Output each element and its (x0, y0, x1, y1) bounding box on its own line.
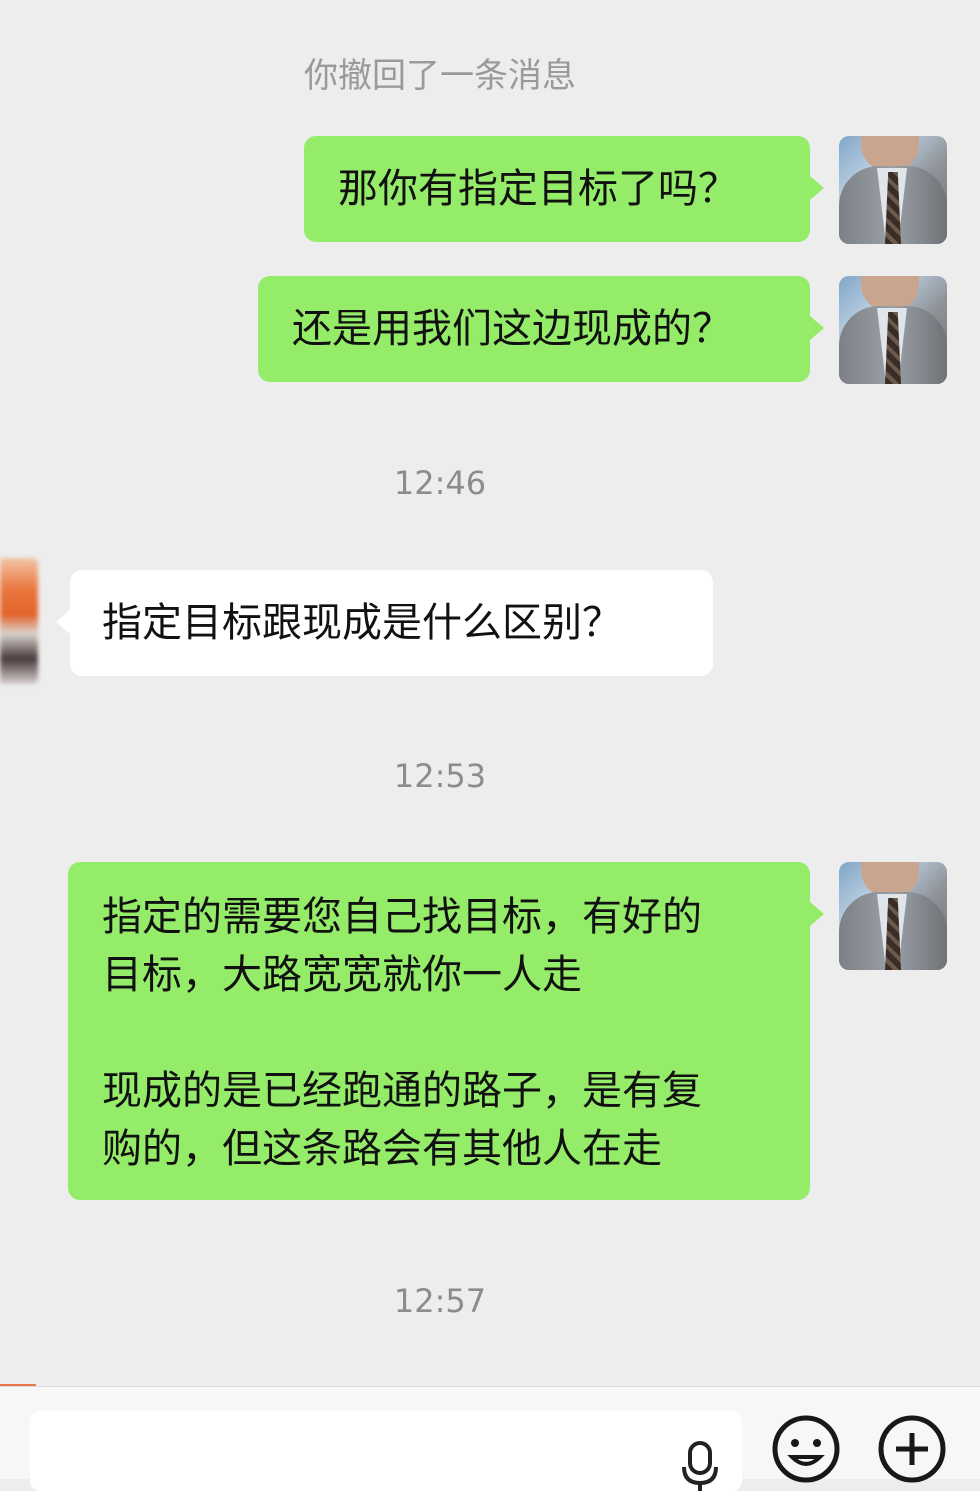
message-line: 购的，但这条路会有其他人在走 (102, 1126, 662, 1172)
microphone-icon[interactable] (680, 1441, 720, 1491)
message-bubble-sent[interactable]: 还是用我们这边现成的？ (258, 276, 824, 382)
message-bubble-received[interactable]: 指定目标跟现成是什么区别？ (56, 570, 713, 676)
message-text: 那你有指定目标了吗？ (338, 166, 738, 212)
contact-avatar[interactable] (0, 558, 38, 684)
timestamp: 12:57 (393, 1282, 487, 1320)
message-bubble-sent[interactable]: 指定的需要您自己找目标，有好的 目标，大路宽宽就你一人走 现成的是已经跑通的路子… (68, 862, 824, 1200)
message-line: 现成的是已经跑通的路子，是有复 (102, 1068, 702, 1114)
timestamp: 12:53 (393, 757, 487, 795)
message-text: 指定目标跟现成是什么区别？ (102, 600, 622, 646)
input-bar (0, 1386, 980, 1491)
message-text: 还是用我们这边现成的？ (292, 306, 732, 352)
recall-notice: 你撤回了一条消息 (304, 56, 576, 96)
timestamp: 12:46 (393, 464, 487, 502)
emoji-icon[interactable] (772, 1415, 840, 1483)
plus-icon[interactable] (878, 1415, 946, 1483)
message-input[interactable] (30, 1411, 742, 1491)
message-line: 指定的需要您自己找目标，有好的 (102, 894, 702, 940)
my-avatar[interactable] (839, 136, 947, 244)
my-avatar[interactable] (839, 862, 947, 970)
message-bubble-sent[interactable]: 那你有指定目标了吗？ (304, 136, 824, 242)
message-line: 目标，大路宽宽就你一人走 (102, 952, 582, 998)
my-avatar[interactable] (839, 276, 947, 384)
